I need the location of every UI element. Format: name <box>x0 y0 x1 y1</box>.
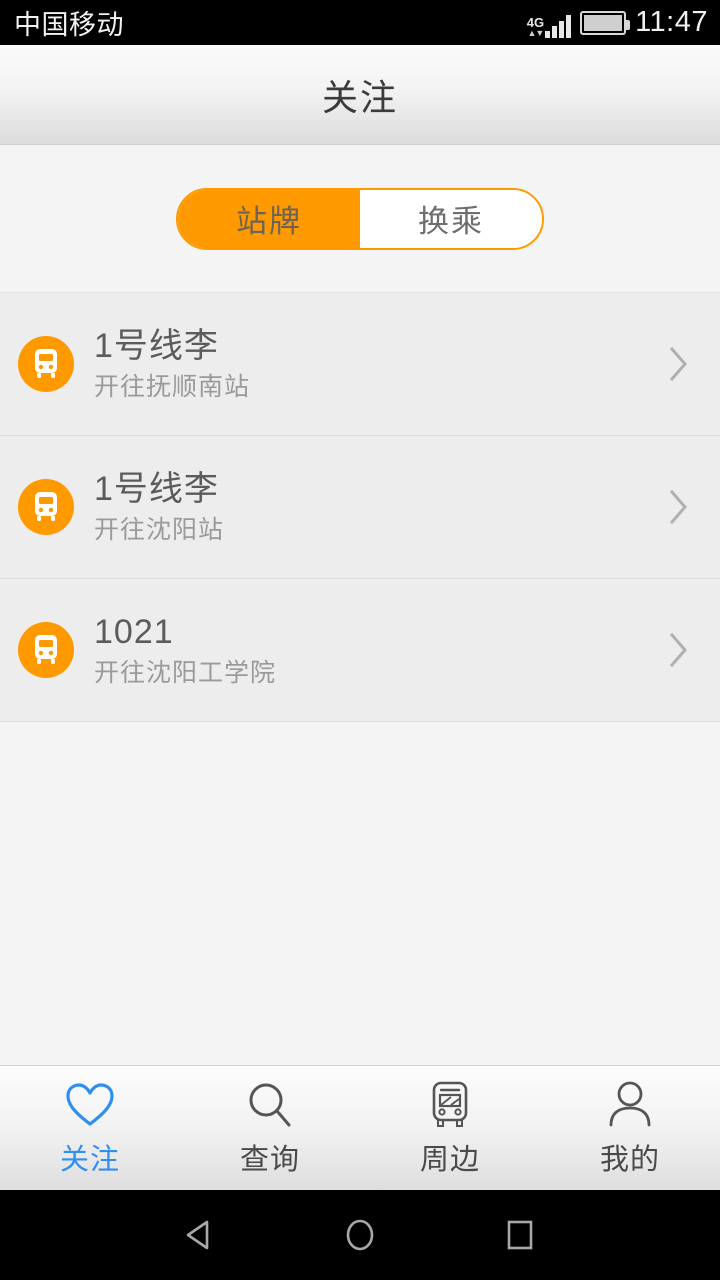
tab-nearby[interactable]: 周边 <box>360 1066 540 1190</box>
list-item-subtitle: 开往沈阳工学院 <box>94 659 277 687</box>
status-bar: 中国移动 4G ▲▼ 11:47 <box>0 0 720 45</box>
list-item-title: 1号线李 <box>94 470 219 508</box>
page-title: 关注 <box>321 76 398 118</box>
tab-label: 周边 <box>419 1144 480 1176</box>
chevron-right-icon[interactable] <box>664 627 694 673</box>
empty-area <box>0 722 720 1072</box>
search-icon <box>244 1078 296 1132</box>
bus-icon <box>18 336 74 392</box>
tab-label: 我的 <box>599 1144 660 1176</box>
page-header: 关注 <box>0 45 720 145</box>
network-type-group: 4G ▲▼ <box>526 8 545 38</box>
app-screen: 中国移动 4G ▲▼ 11:47 关注 站牌 换乘 1号线李 开往抚顺南站 1号… <box>0 0 720 1280</box>
android-nav-bar <box>0 1190 720 1280</box>
tab-label: 查询 <box>239 1144 300 1176</box>
list-item-title: 1号线李 <box>94 327 219 365</box>
clock-label: 11:47 <box>635 6 708 38</box>
heart-icon <box>64 1078 116 1132</box>
list-item-subtitle: 开往抚顺南站 <box>94 373 251 401</box>
favorites-list: 1号线李 开往抚顺南站 1号线李 开往沈阳站 1021 开往沈阳工学院 <box>0 292 720 722</box>
bus-icon <box>18 622 74 678</box>
chevron-right-icon[interactable] <box>664 341 694 387</box>
network-type-label: 4G <box>526 14 545 30</box>
list-item-subtitle: 开往沈阳站 <box>94 516 225 544</box>
segment-tab-stopboard[interactable]: 站牌 <box>178 189 360 248</box>
tab-favorites[interactable]: 关注 <box>0 1066 180 1190</box>
bus-icon <box>427 1078 473 1132</box>
recents-square-icon[interactable] <box>490 1205 550 1265</box>
tab-profile[interactable]: 我的 <box>540 1066 720 1190</box>
battery-icon <box>580 10 631 35</box>
list-item[interactable]: 1021 开往沈阳工学院 <box>0 579 720 722</box>
signal-bars-icon <box>545 14 572 38</box>
network-signal-group: 4G ▲▼ <box>526 8 572 38</box>
list-item-texts: 1号线李 开往沈阳站 <box>94 469 664 545</box>
bus-icon <box>18 479 74 535</box>
list-item-title: 1021 <box>94 613 174 651</box>
tab-search[interactable]: 查询 <box>180 1066 360 1190</box>
carrier-label: 中国移动 <box>14 10 124 40</box>
data-arrows-icon: ▲▼ <box>527 27 544 38</box>
tab-label: 关注 <box>59 1144 120 1176</box>
home-circle-icon[interactable] <box>330 1205 390 1265</box>
back-triangle-icon[interactable] <box>170 1205 230 1265</box>
list-item-texts: 1号线李 开往抚顺南站 <box>94 326 664 402</box>
segmented-control-area: 站牌 换乘 <box>0 145 720 292</box>
person-icon <box>606 1078 654 1132</box>
status-right-group: 4G ▲▼ 11:47 <box>527 6 708 39</box>
list-item[interactable]: 1号线李 开往沈阳站 <box>0 436 720 579</box>
bottom-tab-bar: 关注 查询 周边 我的 <box>0 1065 720 1190</box>
list-item-texts: 1021 开往沈阳工学院 <box>94 612 664 688</box>
list-item[interactable]: 1号线李 开往抚顺南站 <box>0 293 720 436</box>
segmented-control[interactable]: 站牌 换乘 <box>176 187 544 250</box>
segment-tab-transfer[interactable]: 换乘 <box>360 189 542 248</box>
chevron-right-icon[interactable] <box>664 484 694 530</box>
